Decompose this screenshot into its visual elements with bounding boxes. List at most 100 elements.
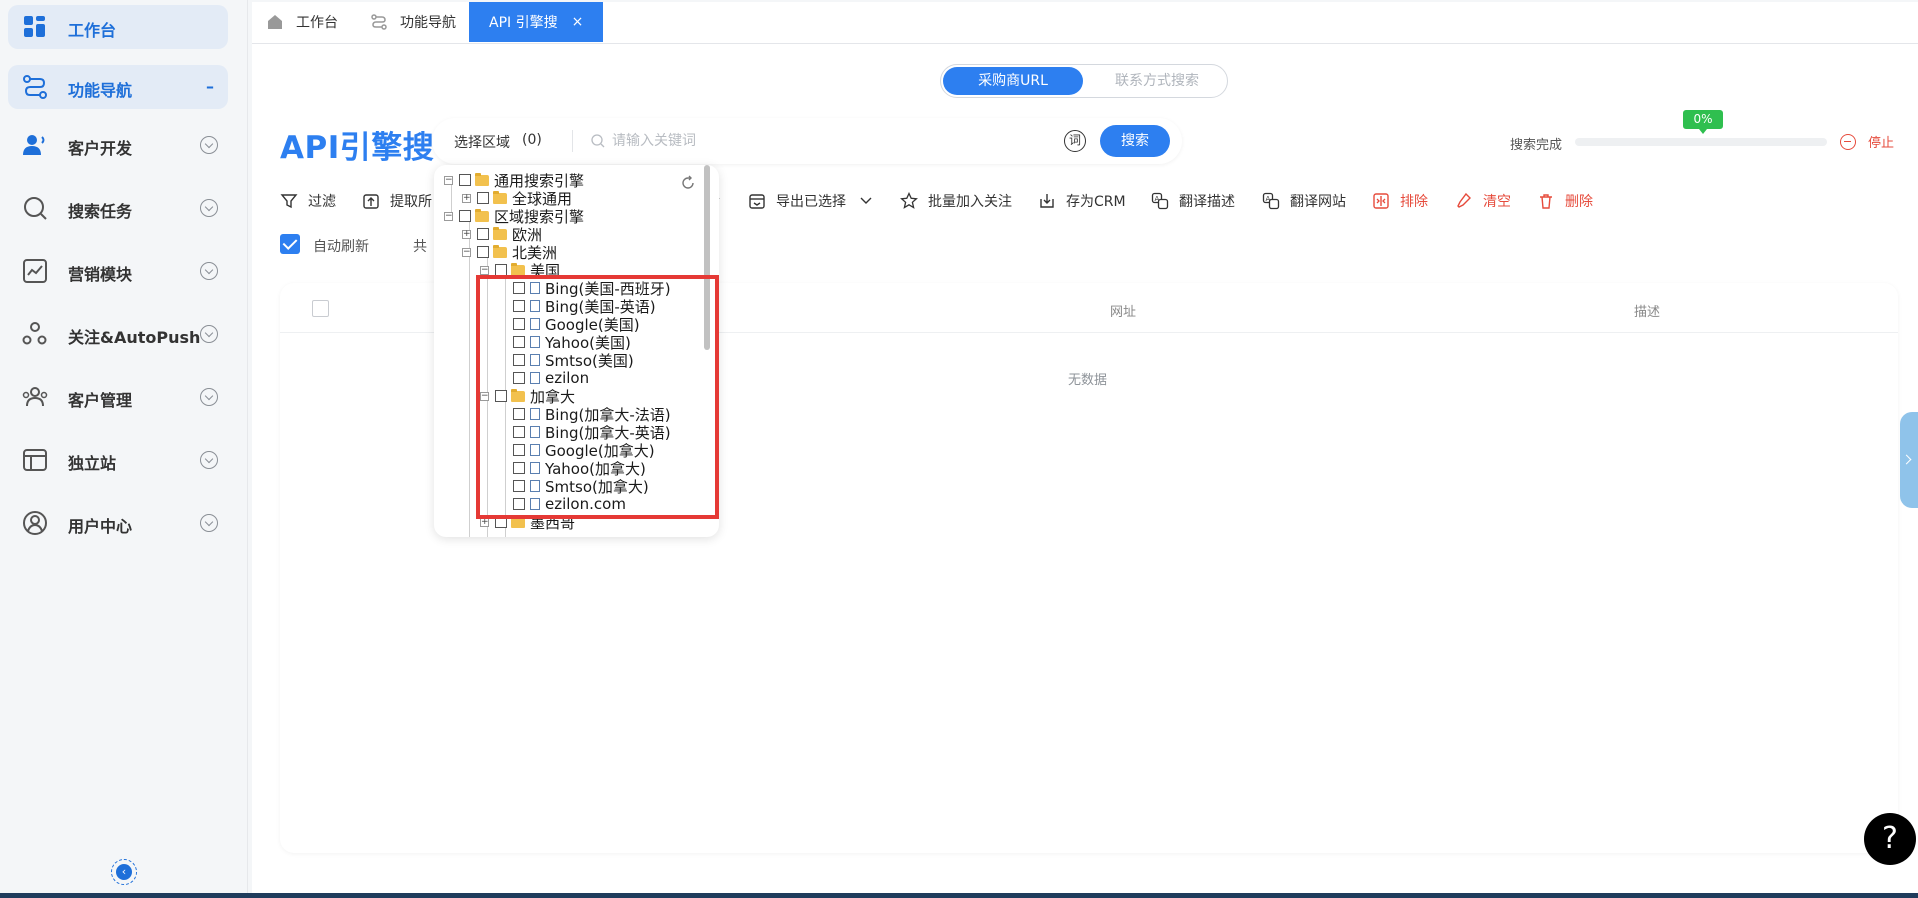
sidebar-item-website[interactable]: 独立站 [8, 438, 228, 482]
collapse-icon[interactable]: − [462, 247, 471, 257]
chevron-down-icon[interactable] [200, 388, 218, 406]
clear-button[interactable]: 清空 [1455, 190, 1511, 212]
tree-folder-node[interactable]: − 区域搜索引擎 [444, 207, 584, 226]
export-selected-button[interactable]: 导出已选择 [748, 190, 874, 212]
sidebar-item-label: 客户管理 [68, 391, 133, 410]
search-icon [591, 134, 605, 148]
progress-label: 搜索完成 [1510, 138, 1563, 153]
folder-icon [493, 244, 507, 258]
expand-icon[interactable]: + [462, 193, 471, 203]
extract-button[interactable]: 提取所 [362, 190, 432, 212]
tab-function-nav[interactable]: 功能导航 [370, 2, 456, 42]
translate-desc-button[interactable]: A 翻译描述 [1151, 190, 1235, 212]
chevron-down-icon[interactable] [200, 262, 218, 280]
sidebar-item-label: 独立站 [68, 454, 117, 473]
sidebar-item-function-nav[interactable]: 功能导航 – [8, 65, 228, 109]
stop-button[interactable]: 停止 [1840, 132, 1894, 151]
users-icon [22, 387, 48, 407]
mode-contact-search[interactable]: 联系方式搜索 [1087, 67, 1227, 95]
toolbar-label: 存为CRM [1066, 194, 1126, 210]
search-button[interactable]: 搜索 [1100, 125, 1170, 157]
tree-guide [469, 221, 470, 537]
expand-icon[interactable]: + [462, 229, 471, 239]
page-title: API引擎搜 [280, 130, 435, 166]
chart-icon [23, 259, 47, 283]
extract-icon [363, 194, 379, 209]
trash-icon [1540, 194, 1552, 209]
collapse-icon[interactable]: − [444, 175, 453, 185]
chevron-left-icon: ‹ [116, 864, 132, 880]
tree-checkbox[interactable] [477, 192, 489, 204]
exclude-button[interactable]: 排除 [1372, 190, 1428, 212]
auto-refresh-checkbox[interactable] [280, 234, 300, 254]
highlight-annotation [476, 275, 719, 519]
collapse-icon[interactable]: − [444, 211, 453, 221]
tab-api-engine-search[interactable]: API 引擎搜 × [469, 2, 604, 42]
sidebar-item-follow-autopush[interactable]: 关注&AutoPush [8, 312, 228, 356]
keyword-input[interactable] [612, 128, 952, 154]
tree-folder-node[interactable]: − 通用搜索引擎 [444, 171, 584, 190]
tab-workbench[interactable]: 工作台 [266, 2, 338, 42]
folder-icon [475, 208, 489, 222]
tree-checkbox[interactable] [459, 210, 471, 222]
route-icon [371, 14, 387, 30]
sidebar-item-customer-mgmt[interactable]: 客户管理 [8, 375, 228, 419]
word-icon[interactable]: 词 [1064, 130, 1086, 152]
tab-label: API 引擎搜 [489, 15, 558, 31]
tree-folder-node[interactable]: + 全球通用 [462, 189, 572, 208]
region-count: (0) [522, 132, 542, 148]
sidebar-item-label: 功能导航 [68, 81, 133, 100]
chevron-down-icon[interactable] [200, 451, 218, 469]
sidebar-item-search-task[interactable]: 搜索任务 [8, 186, 228, 230]
star-icon [900, 192, 918, 209]
sidebar-item-customer-dev[interactable]: 客户开发 [8, 123, 228, 167]
mode-buyer-url[interactable]: 采购商URL [943, 67, 1083, 95]
tree-checkbox[interactable] [477, 246, 489, 258]
select-all-checkbox[interactable] [312, 300, 329, 317]
sidebar-item-label: 工作台 [68, 21, 117, 40]
toolbar-label: 排除 [1400, 194, 1428, 210]
tree-checkbox[interactable] [459, 174, 471, 186]
chevron-down-icon[interactable] [200, 136, 218, 154]
broom-icon [1457, 192, 1471, 208]
svg-text:A: A [1266, 195, 1271, 203]
filter-icon [280, 194, 298, 209]
help-button[interactable]: ? [1864, 813, 1916, 865]
delete-button[interactable]: 删除 [1537, 190, 1593, 212]
translate-site-button[interactable]: A 翻译网站 [1262, 190, 1346, 212]
sidebar-item-label: 营销模块 [68, 265, 133, 284]
close-icon[interactable]: × [572, 14, 584, 30]
chevron-down-icon[interactable] [200, 325, 218, 343]
chevron-down-icon[interactable] [200, 514, 218, 532]
stop-icon [1840, 133, 1856, 150]
tree-folder-node[interactable]: + 欧洲 [462, 225, 542, 244]
column-header-url: 网址 [1110, 305, 1137, 320]
sidebar-item-label: 关注&AutoPush [68, 328, 201, 347]
sidebar-collapse-button[interactable]: ‹ [111, 859, 137, 885]
translate-icon: A [1151, 192, 1169, 210]
export-icon [749, 194, 765, 209]
side-drawer-handle[interactable] [1900, 412, 1918, 508]
mode-switch: 采购商URL 联系方式搜索 [940, 64, 1228, 98]
save-crm-button[interactable]: 存为CRM [1038, 190, 1126, 212]
tree-checkbox[interactable] [477, 228, 489, 240]
refresh-icon[interactable] [680, 175, 696, 191]
batch-follow-button[interactable]: 批量加入关注 [900, 190, 1012, 212]
collapse-dash-icon[interactable]: – [206, 77, 214, 96]
toolbar-label: 删除 [1565, 194, 1593, 210]
collapse-icon[interactable]: − [480, 265, 489, 275]
toolbar-label: 导出已选择 [776, 194, 846, 210]
sidebar-item-marketing[interactable]: 营销模块 [8, 249, 228, 293]
filter-button[interactable]: 过滤 [280, 190, 336, 212]
region-selector[interactable]: 选择区域 [454, 132, 510, 152]
toolbar-label: 提取所 [390, 194, 432, 210]
tree-folder-node[interactable]: − 北美洲 [462, 243, 557, 262]
sidebar-item-workbench[interactable]: 工作台 [8, 5, 228, 49]
folder-icon [493, 226, 507, 240]
chevron-down-icon[interactable] [200, 199, 218, 217]
folder-icon [493, 190, 507, 204]
dashboard-icon [24, 16, 45, 37]
column-header-desc: 描述 [1634, 305, 1661, 320]
sidebar-item-user-center[interactable]: 用户中心 [8, 501, 228, 545]
toolbar-label: 翻译描述 [1179, 194, 1235, 210]
